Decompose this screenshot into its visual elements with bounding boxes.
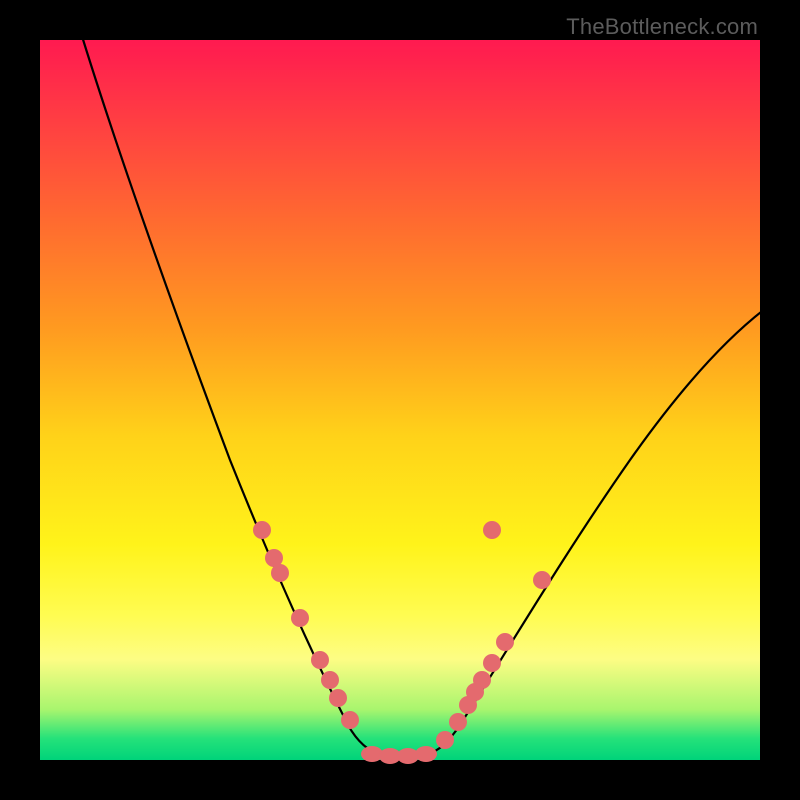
marker-dot bbox=[341, 711, 359, 729]
curve-left-branch bbox=[74, 10, 385, 756]
marker-dot bbox=[329, 689, 347, 707]
curve-group bbox=[74, 10, 780, 756]
marker-dot bbox=[533, 571, 551, 589]
marker-dot bbox=[253, 521, 271, 539]
marker-dot bbox=[496, 633, 514, 651]
chart-frame: TheBottleneck.com bbox=[0, 0, 800, 800]
markers-right bbox=[436, 521, 551, 749]
markers-flat bbox=[361, 746, 437, 764]
marker-dot bbox=[436, 731, 454, 749]
watermark-text: TheBottleneck.com bbox=[566, 14, 758, 40]
marker-dot bbox=[271, 564, 289, 582]
marker-dot bbox=[415, 746, 437, 762]
marker-dot bbox=[449, 713, 467, 731]
marker-dot bbox=[473, 671, 491, 689]
marker-dot bbox=[291, 609, 309, 627]
markers-left bbox=[253, 521, 359, 729]
marker-dot bbox=[311, 651, 329, 669]
plot-area bbox=[40, 40, 760, 760]
marker-dot bbox=[483, 521, 501, 539]
bottleneck-curve-svg bbox=[40, 40, 760, 760]
marker-dot bbox=[321, 671, 339, 689]
marker-dot bbox=[483, 654, 501, 672]
